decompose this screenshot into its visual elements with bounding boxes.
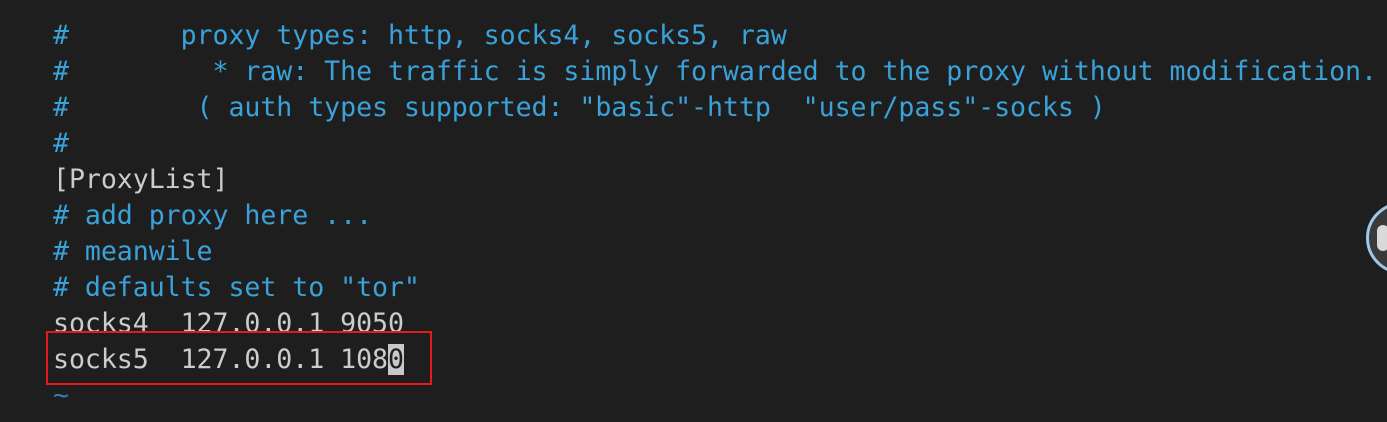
code-line-comment: # xyxy=(53,128,69,159)
floating-assistant-button[interactable] xyxy=(1366,202,1387,274)
code-line-comment: # ( auth types supported: "basic"-http "… xyxy=(53,92,1106,123)
code-line-comment: # meanwile xyxy=(53,236,213,267)
assistant-icon xyxy=(1377,225,1387,251)
terminal-editor[interactable]: # proxy types: http, socks4, socks5, raw… xyxy=(0,0,1387,422)
code-line-section-header: [ProxyList] xyxy=(53,164,229,195)
code-line-comment: # defaults set to "tor" xyxy=(53,272,420,303)
code-line-comment: # proxy types: http, socks4, socks5, raw xyxy=(53,20,787,51)
code-line-comment: # add proxy here ... xyxy=(53,200,373,231)
highlight-annotation-box xyxy=(46,331,432,385)
code-line-comment: # * raw: The traffic is simply forwarded… xyxy=(53,56,1377,87)
